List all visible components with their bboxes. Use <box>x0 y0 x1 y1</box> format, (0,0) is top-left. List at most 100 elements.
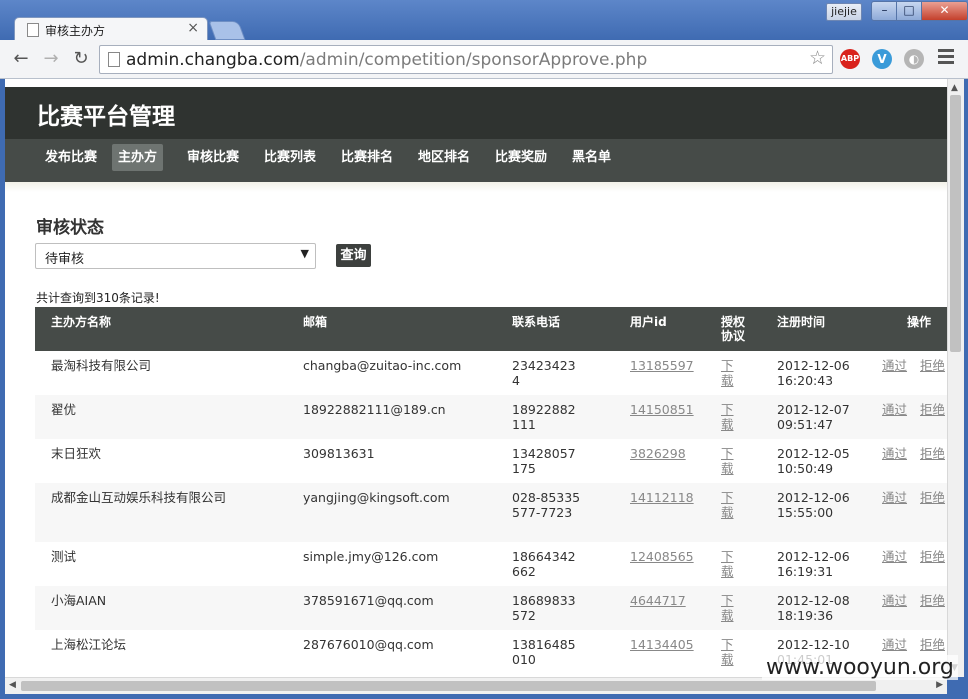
nav-sponsor[interactable]: 主办方 <box>112 144 164 171</box>
sponsor-name: 成都金山互动娱乐科技有限公司 <box>51 490 227 505</box>
table-row: 最淘科技有限公司 changba@zuitao-inc.com 234234234 1… <box>35 351 947 395</box>
reject-link[interactable]: 拒绝 <box>920 446 945 461</box>
reg-clock: 16:20:43 <box>777 373 834 388</box>
forward-arrow-icon[interactable]: → <box>40 48 62 70</box>
agreement-download-link[interactable]: 下载 <box>721 593 735 623</box>
reg-clock: 16:19:31 <box>777 564 834 579</box>
reject-link[interactable]: 拒绝 <box>920 402 945 417</box>
header-phone: 联系电话 <box>512 315 561 329</box>
reload-icon[interactable]: ↻ <box>70 48 92 70</box>
page-icon <box>108 52 120 67</box>
agreement-download-link[interactable]: 下载 <box>721 446 735 476</box>
agreement-download-link[interactable]: 下载 <box>721 402 735 432</box>
agreement-download-link[interactable]: 下载 <box>721 637 735 667</box>
new-tab-button[interactable] <box>208 21 246 40</box>
dropdown-arrow-icon: ▼ <box>300 247 309 260</box>
globe-icon[interactable]: ◐ <box>904 49 924 69</box>
sponsor-phone: 13428057175 <box>512 446 576 476</box>
header-uid: 用户id <box>630 315 667 329</box>
approve-link[interactable]: 通过 <box>882 549 907 564</box>
user-id-link[interactable]: 14134405 <box>630 637 694 652</box>
section-title: 审核状态 <box>36 218 104 238</box>
address-bar[interactable]: admin.changba.com/admin/competition/spon… <box>99 45 833 74</box>
sponsor-name: 末日狂欢 <box>51 446 102 461</box>
reg-date: 2012-12-06 <box>777 549 850 564</box>
sponsor-email: 378591671@qq.com <box>303 593 434 608</box>
reject-link[interactable]: 拒绝 <box>920 490 945 505</box>
approve-link[interactable]: 通过 <box>882 446 907 461</box>
adblock-icon[interactable]: ABP <box>840 49 860 69</box>
reg-time: 2012-12-06 16:19:31 <box>777 549 857 579</box>
reg-clock: 15:55:00 <box>777 505 834 520</box>
sponsor-phone: 234234234 <box>512 358 576 388</box>
user-id-link[interactable]: 14112118 <box>630 490 694 505</box>
header-agreement: 授权协议 <box>721 315 746 343</box>
scroll-right-icon[interactable]: ▶ <box>936 680 943 690</box>
reg-clock: 18:19:36 <box>777 608 834 623</box>
status-select[interactable]: 待审核 ▼ <box>35 243 316 269</box>
browser-tab[interactable]: 审核主办方 × <box>14 17 208 41</box>
vertical-scroll-thumb[interactable] <box>950 95 961 352</box>
close-tab-icon[interactable]: × <box>187 20 199 36</box>
reg-date: 2012-12-06 <box>777 358 850 373</box>
nav-blacklist[interactable]: 黑名单 <box>566 144 617 171</box>
agreement-download-link[interactable]: 下载 <box>721 358 735 388</box>
header-email: 邮箱 <box>303 315 328 329</box>
reject-link[interactable]: 拒绝 <box>920 593 945 608</box>
tab-strip: 审核主办方 × jiejie – □ ✕ <box>0 0 968 41</box>
url-host: admin.changba.com <box>126 50 300 70</box>
reg-time: 2012-12-07 09:51:47 <box>777 402 857 432</box>
reject-link[interactable]: 拒绝 <box>920 358 945 373</box>
table-row: 测试 simple.jmy@126.com 18664342662 12408565 下… <box>35 542 947 586</box>
status-select-value: 待审核 <box>45 252 85 267</box>
vertical-scrollbar[interactable]: ▲ ▼ <box>947 79 964 677</box>
main-nav: 发布比赛 主办方 审核比赛 比赛列表 比赛排名 地区排名 比赛奖励 黑名单 <box>5 139 947 182</box>
sponsor-name: 小海AIAN <box>51 593 107 608</box>
nav-competition-ranking[interactable]: 比赛排名 <box>335 144 399 171</box>
reg-time: 2012-12-08 18:19:36 <box>777 593 857 623</box>
chrome-menu-icon[interactable] <box>938 49 954 67</box>
agreement-download-link[interactable]: 下载 <box>721 490 735 520</box>
sponsor-phone: 18664342662 <box>512 549 576 579</box>
close-window-button[interactable]: ✕ <box>921 1 968 21</box>
maximize-button[interactable]: □ <box>896 1 922 21</box>
table-header: 主办方名称 邮箱 联系电话 用户id 授权协议 注册时间 操作 <box>35 307 947 351</box>
agreement-download-link[interactable]: 下载 <box>721 549 735 579</box>
nav-region-ranking[interactable]: 地区排名 <box>412 144 476 171</box>
reject-link[interactable]: 拒绝 <box>920 637 945 652</box>
sponsor-name: 上海松江论坛 <box>51 637 127 652</box>
query-button[interactable]: 查询 <box>336 244 371 267</box>
reg-date: 2012-12-05 <box>777 446 850 461</box>
back-arrow-icon[interactable]: ← <box>10 48 32 70</box>
header-name: 主办方名称 <box>51 315 112 329</box>
sponsor-email: 287676010@qq.com <box>303 637 434 652</box>
user-id-link[interactable]: 4644717 <box>630 593 686 608</box>
approve-link[interactable]: 通过 <box>882 593 907 608</box>
bookmark-star-icon[interactable]: ☆ <box>809 47 826 69</box>
nav-review-competition[interactable]: 审核比赛 <box>181 144 245 171</box>
page-viewport: 比赛平台管理 发布比赛 主办方 审核比赛 比赛列表 比赛排名 地区排名 比赛奖励… <box>5 79 947 677</box>
user-id-link[interactable]: 12408565 <box>630 549 694 564</box>
approve-link[interactable]: 通过 <box>882 358 907 373</box>
scroll-up-icon[interactable]: ▲ <box>951 83 958 93</box>
user-id-link[interactable]: 14150851 <box>630 402 694 417</box>
horizontal-scroll-thumb[interactable] <box>21 681 876 691</box>
browser-window: 审核主办方 × jiejie – □ ✕ ← → ↻ admin.changba… <box>0 0 968 699</box>
user-id-link[interactable]: 3826298 <box>630 446 686 461</box>
nav-competition-list[interactable]: 比赛列表 <box>258 144 322 171</box>
scroll-left-icon[interactable]: ◀ <box>9 680 16 690</box>
extension-v-icon[interactable]: V <box>872 49 892 69</box>
sponsor-phone: 028-85335577-7723 <box>512 490 581 520</box>
url-text[interactable]: admin.changba.com/admin/competition/spon… <box>126 50 647 70</box>
sponsor-name: 翟优 <box>51 402 77 417</box>
reject-link[interactable]: 拒绝 <box>920 549 945 564</box>
approve-link[interactable]: 通过 <box>882 402 907 417</box>
approve-link[interactable]: 通过 <box>882 490 907 505</box>
reg-date: 2012-12-06 <box>777 490 850 505</box>
approve-link[interactable]: 通过 <box>882 637 907 652</box>
nav-competition-rewards[interactable]: 比赛奖励 <box>489 144 553 171</box>
profile-badge[interactable]: jiejie <box>826 3 862 21</box>
user-id-link[interactable]: 13185597 <box>630 358 694 373</box>
nav-publish-competition[interactable]: 发布比赛 <box>39 144 103 171</box>
minimize-button[interactable]: – <box>871 1 898 21</box>
